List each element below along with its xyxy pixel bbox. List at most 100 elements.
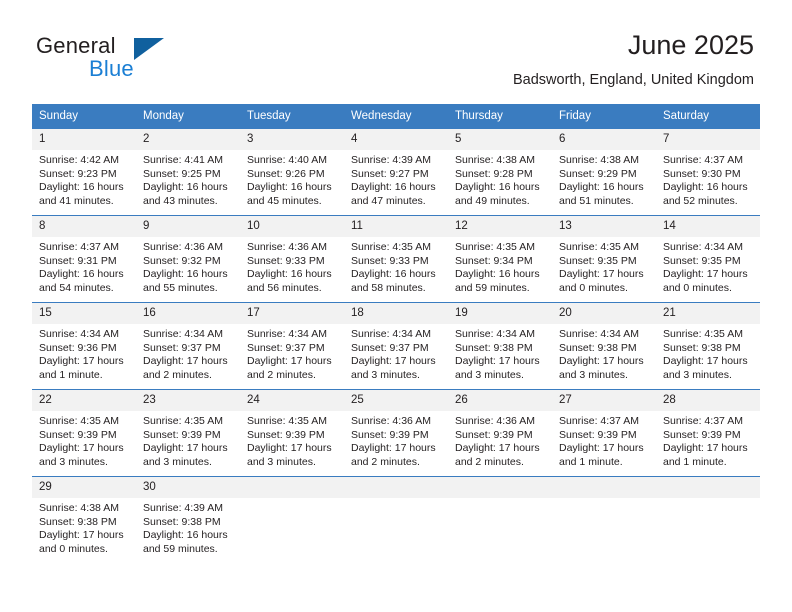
daylight-text: Daylight: 17 hours and 1 minute. — [663, 442, 751, 468]
calendar-day-cell[interactable]: 20 Sunrise: 4:34 AM Sunset: 9:38 PM Dayligh… — [552, 302, 656, 390]
calendar-day-cell[interactable]: 2 Sunrise: 4:41 AM Sunset: 9:25 PM Daylight… — [136, 128, 240, 216]
calendar-week-row: 22 Sunrise: 4:35 AM Sunset: 9:39 PM Dayligh… — [32, 389, 760, 477]
day-cell-body: 22 Sunrise: 4:35 AM Sunset: 9:39 PM Dayligh… — [32, 390, 136, 476]
day-details: Sunrise: 4:36 AM Sunset: 9:39 PM Daylight:… — [344, 411, 448, 475]
calendar-day-cell[interactable]: 9 Sunrise: 4:36 AM Sunset: 9:32 PM Daylight… — [136, 215, 240, 303]
calendar-day-cell[interactable]: 21 Sunrise: 4:35 AM Sunset: 9:38 PM Dayligh… — [656, 302, 760, 390]
day-number: 12 — [448, 216, 552, 237]
calendar-week-row: 29 Sunrise: 4:38 AM Sunset: 9:38 PM Dayligh… — [32, 476, 760, 563]
day-cell-body: 16 Sunrise: 4:34 AM Sunset: 9:37 PM Dayligh… — [136, 303, 240, 389]
sunrise-text: Sunrise: 4:39 AM — [351, 154, 431, 166]
day-number — [448, 477, 552, 498]
day-details: Sunrise: 4:34 AM Sunset: 9:38 PM Daylight:… — [448, 324, 552, 388]
daylight-text: Daylight: 17 hours and 0 minutes. — [559, 268, 647, 294]
day-details — [656, 498, 760, 508]
day-number: 13 — [552, 216, 656, 237]
daylight-text: Daylight: 16 hours and 54 minutes. — [39, 268, 127, 294]
calendar-day-cell[interactable]: 6 Sunrise: 4:38 AM Sunset: 9:29 PM Daylight… — [552, 128, 656, 216]
sunrise-text: Sunrise: 4:35 AM — [663, 328, 743, 340]
day-number: 4 — [344, 129, 448, 150]
calendar-day-cell[interactable]: 3 Sunrise: 4:40 AM Sunset: 9:26 PM Daylight… — [240, 128, 344, 216]
calendar-day-cell[interactable]: 19 Sunrise: 4:34 AM Sunset: 9:38 PM Dayligh… — [448, 302, 552, 390]
sunrise-text: Sunrise: 4:37 AM — [559, 415, 639, 427]
sunrise-text: Sunrise: 4:42 AM — [39, 154, 119, 166]
calendar-week-row: 15 Sunrise: 4:34 AM Sunset: 9:36 PM Dayligh… — [32, 302, 760, 390]
daylight-text: Daylight: 17 hours and 2 minutes. — [143, 355, 231, 381]
sunset-text: Sunset: 9:29 PM — [559, 167, 637, 180]
calendar-day-cell[interactable]: 12 Sunrise: 4:35 AM Sunset: 9:34 PM Dayligh… — [448, 215, 552, 303]
daylight-text: Daylight: 17 hours and 2 minutes. — [455, 442, 543, 468]
day-number: 8 — [32, 216, 136, 237]
weekday-header-sunday: Sunday — [32, 104, 136, 129]
calendar-day-cell[interactable]: 1 Sunrise: 4:42 AM Sunset: 9:23 PM Daylight… — [32, 128, 136, 216]
calendar-day-cell[interactable]: 17 Sunrise: 4:34 AM Sunset: 9:37 PM Dayligh… — [240, 302, 344, 390]
sunrise-text: Sunrise: 4:35 AM — [247, 415, 327, 427]
day-cell-body: 25 Sunrise: 4:36 AM Sunset: 9:39 PM Dayligh… — [344, 390, 448, 476]
day-details: Sunrise: 4:37 AM Sunset: 9:30 PM Daylight:… — [656, 150, 760, 214]
sunset-text: Sunset: 9:25 PM — [143, 167, 221, 180]
day-number: 19 — [448, 303, 552, 324]
calendar-day-cell[interactable]: 15 Sunrise: 4:34 AM Sunset: 9:36 PM Dayligh… — [32, 302, 136, 390]
calendar-day-cell[interactable]: 10 Sunrise: 4:36 AM Sunset: 9:33 PM Dayligh… — [240, 215, 344, 303]
daylight-text: Daylight: 16 hours and 59 minutes. — [455, 268, 543, 294]
sunrise-text: Sunrise: 4:35 AM — [559, 241, 639, 253]
daylight-text: Daylight: 17 hours and 3 minutes. — [455, 355, 543, 381]
weekday-header-row: Sunday Monday Tuesday Wednesday Thursday… — [32, 104, 760, 129]
day-details: Sunrise: 4:34 AM Sunset: 9:38 PM Daylight:… — [552, 324, 656, 388]
day-number: 6 — [552, 129, 656, 150]
daylight-text: Daylight: 16 hours and 41 minutes. — [39, 181, 127, 207]
day-number: 5 — [448, 129, 552, 150]
sunset-text: Sunset: 9:37 PM — [143, 341, 221, 354]
sunrise-text: Sunrise: 4:37 AM — [663, 154, 743, 166]
calendar-day-cell[interactable]: 8 Sunrise: 4:37 AM Sunset: 9:31 PM Daylight… — [32, 215, 136, 303]
logo-flag-icon — [134, 38, 164, 60]
calendar-day-cell[interactable]: 11 Sunrise: 4:35 AM Sunset: 9:33 PM Dayligh… — [344, 215, 448, 303]
weekday-header-saturday: Saturday — [656, 104, 760, 129]
calendar-day-cell[interactable]: 26 Sunrise: 4:36 AM Sunset: 9:39 PM Dayligh… — [448, 389, 552, 477]
calendar-day-cell[interactable]: 18 Sunrise: 4:34 AM Sunset: 9:37 PM Dayligh… — [344, 302, 448, 390]
calendar-day-cell[interactable]: 24 Sunrise: 4:35 AM Sunset: 9:39 PM Dayligh… — [240, 389, 344, 477]
day-details: Sunrise: 4:42 AM Sunset: 9:23 PM Daylight:… — [32, 150, 136, 214]
sunrise-text: Sunrise: 4:40 AM — [247, 154, 327, 166]
location-subtitle: Badsworth, England, United Kingdom — [512, 72, 754, 88]
calendar-day-cell[interactable]: 30 Sunrise: 4:39 AM Sunset: 9:38 PM Dayligh… — [136, 476, 240, 563]
day-details: Sunrise: 4:37 AM Sunset: 9:39 PM Daylight:… — [552, 411, 656, 475]
sunset-text: Sunset: 9:39 PM — [247, 428, 325, 441]
day-cell-body: 24 Sunrise: 4:35 AM Sunset: 9:39 PM Dayligh… — [240, 390, 344, 476]
calendar-day-cell[interactable]: 4 Sunrise: 4:39 AM Sunset: 9:27 PM Daylight… — [344, 128, 448, 216]
calendar-day-cell[interactable]: 7 Sunrise: 4:37 AM Sunset: 9:30 PM Daylight… — [656, 128, 760, 216]
calendar-day-cell[interactable]: 25 Sunrise: 4:36 AM Sunset: 9:39 PM Dayligh… — [344, 389, 448, 477]
sunset-text: Sunset: 9:39 PM — [39, 428, 117, 441]
title-block: June 2025 Badsworth, England, United Kin… — [513, 28, 754, 89]
sunset-text: Sunset: 9:39 PM — [143, 428, 221, 441]
calendar-day-cell[interactable]: 14 Sunrise: 4:34 AM Sunset: 9:35 PM Dayligh… — [656, 215, 760, 303]
daylight-text: Daylight: 17 hours and 1 minute. — [39, 355, 127, 381]
day-details: Sunrise: 4:39 AM Sunset: 9:27 PM Daylight:… — [344, 150, 448, 214]
day-cell-body: 20 Sunrise: 4:34 AM Sunset: 9:38 PM Dayligh… — [552, 303, 656, 389]
calendar-day-cell[interactable]: 22 Sunrise: 4:35 AM Sunset: 9:39 PM Dayligh… — [32, 389, 136, 477]
day-cell-body: 26 Sunrise: 4:36 AM Sunset: 9:39 PM Dayligh… — [448, 390, 552, 476]
day-number: 1 — [32, 129, 136, 150]
weekday-header-friday: Friday — [552, 104, 656, 129]
daylight-text: Daylight: 17 hours and 0 minutes. — [39, 529, 127, 555]
daylight-text: Daylight: 16 hours and 47 minutes. — [351, 181, 439, 207]
calendar-day-cell[interactable]: 13 Sunrise: 4:35 AM Sunset: 9:35 PM Dayligh… — [552, 215, 656, 303]
calendar-day-cell[interactable]: 28 Sunrise: 4:37 AM Sunset: 9:39 PM Dayligh… — [656, 389, 760, 477]
calendar-day-cell[interactable]: 27 Sunrise: 4:37 AM Sunset: 9:39 PM Dayligh… — [552, 389, 656, 477]
calendar-day-cell[interactable]: 16 Sunrise: 4:34 AM Sunset: 9:37 PM Dayligh… — [136, 302, 240, 390]
day-details — [552, 498, 656, 508]
day-cell-body — [240, 477, 344, 563]
calendar-day-cell[interactable]: 5 Sunrise: 4:38 AM Sunset: 9:28 PM Daylight… — [448, 128, 552, 216]
day-number: 17 — [240, 303, 344, 324]
day-details: Sunrise: 4:35 AM Sunset: 9:38 PM Daylight:… — [656, 324, 760, 388]
general-blue-logo[interactable]: General Blue — [36, 33, 226, 85]
sunset-text: Sunset: 9:38 PM — [39, 515, 117, 528]
sunrise-text: Sunrise: 4:35 AM — [39, 415, 119, 427]
day-details: Sunrise: 4:37 AM Sunset: 9:31 PM Daylight:… — [32, 237, 136, 301]
day-cell-body: 19 Sunrise: 4:34 AM Sunset: 9:38 PM Dayligh… — [448, 303, 552, 389]
sunrise-text: Sunrise: 4:36 AM — [143, 241, 223, 253]
calendar-day-cell[interactable]: 29 Sunrise: 4:38 AM Sunset: 9:38 PM Dayligh… — [32, 476, 136, 563]
calendar-empty-cell — [448, 476, 552, 563]
calendar-day-cell[interactable]: 23 Sunrise: 4:35 AM Sunset: 9:39 PM Dayligh… — [136, 389, 240, 477]
sunset-text: Sunset: 9:32 PM — [143, 254, 221, 267]
